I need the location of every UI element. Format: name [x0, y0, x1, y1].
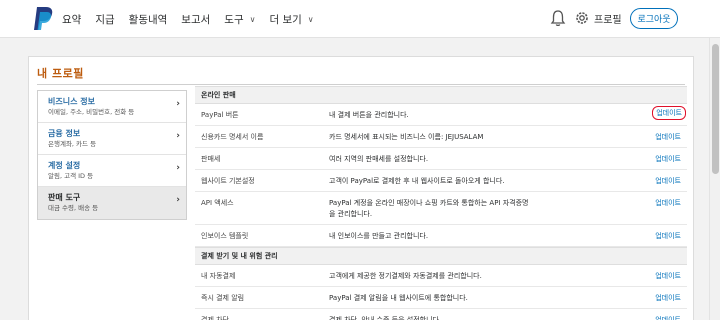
- top-navigation-bar: 요약 지급 활동내역 보고서 도구 ∨ 더 보기 ∨ 프로필 로그아웃: [0, 0, 720, 38]
- setting-label: 즉시 결제 알림: [201, 294, 245, 302]
- sidebar-item-title: 금융 정보: [48, 129, 81, 138]
- setting-description: 내 결제 버튼을 관리합니다.: [329, 111, 409, 119]
- setting-label: 인보이스 템플릿: [201, 232, 249, 240]
- setting-label: PayPal 버튼: [201, 111, 239, 119]
- chevron-right-icon: ›: [176, 163, 180, 173]
- chevron-right-icon: ›: [176, 195, 180, 205]
- profile-side-menu: 비즈니스 정보 이메일, 주소, 비밀번호, 전화 등 › 금융 정보 은행계좌, 카드…: [37, 90, 187, 220]
- title-divider: [37, 84, 685, 85]
- nav-item-label: 도구: [224, 13, 244, 26]
- sidebar-item-title: 계정 설정: [48, 161, 81, 170]
- chevron-down-icon: ∨: [307, 14, 314, 24]
- setting-description: 고객이 PayPal로 결제한 후 내 웹사이트로 돌아오게 합니다.: [329, 177, 505, 185]
- update-link[interactable]: 업데이트: [655, 293, 681, 303]
- scrollbar-thumb[interactable]: [712, 44, 719, 174]
- gear-icon[interactable]: [574, 10, 590, 26]
- setting-label: API 액세스: [201, 199, 234, 207]
- setting-label: 결제 차단: [201, 316, 229, 320]
- setting-description: PayPal 결제 알림을 내 웹사이트에 통합합니다.: [329, 294, 468, 302]
- sidebar-item[interactable]: 계정 설정알림, 고객 ID 등 ›: [38, 155, 186, 187]
- setting-description: 카드 명세서에 표시되는 비즈니스 이름: JEJUSALAM: [329, 133, 484, 141]
- profile-card: 내 프로필 비즈니스 정보 이메일, 주소, 비밀번호, 전화 등 › 금융 정보 은행…: [28, 56, 694, 320]
- nav-item[interactable]: 도구 ∨: [224, 12, 255, 27]
- nav-item-label: 요약: [62, 13, 82, 26]
- nav-item-label: 더 보기: [269, 13, 302, 26]
- sidebar-item[interactable]: 판매 도구대금 수령, 배송 등 ›: [38, 187, 186, 219]
- sidebar-item[interactable]: 금융 정보은행계좌, 카드 등 ›: [38, 123, 186, 155]
- update-link[interactable]: 업데이트: [655, 231, 681, 241]
- settings-row: 결제 차단 결제 차단, 안내 수준 등을 설정합니다. 업데이트: [195, 309, 687, 320]
- setting-description: 여러 지역의 판매세를 설정합니다.: [329, 155, 429, 163]
- sidebar-item-subtitle: 은행계좌, 카드 등: [48, 140, 97, 148]
- chevron-right-icon: ›: [176, 99, 180, 109]
- setting-description: 내 인보이스를 만들고 관리합니다.: [329, 232, 429, 240]
- bell-icon[interactable]: [550, 9, 566, 27]
- settings-row: 웹사이트 기본설정 고객이 PayPal로 결제한 후 내 웹사이트로 돌아오게 …: [195, 170, 687, 192]
- update-link[interactable]: 업데이트: [655, 271, 681, 281]
- chevron-right-icon: ›: [176, 131, 180, 141]
- chevron-down-icon: ∨: [249, 14, 256, 24]
- nav-item[interactable]: 더 보기 ∨: [269, 12, 313, 27]
- update-link[interactable]: 업데이트: [655, 132, 681, 142]
- nav-item[interactable]: 지급: [95, 12, 114, 27]
- vertical-scrollbar[interactable]: [709, 38, 720, 320]
- nav-item[interactable]: 활동내역: [129, 12, 168, 27]
- nav-item-label: 활동내역: [128, 13, 168, 26]
- update-link[interactable]: 업데이트: [655, 315, 681, 320]
- section-heading: 결제 받기 및 내 위험 관리: [195, 247, 687, 265]
- setting-label: 웹사이트 기본설정: [201, 177, 255, 185]
- section-heading: 온라인 판매: [195, 86, 687, 104]
- nav-item-label: 보고서: [181, 13, 211, 26]
- setting-description: PayPal 계정을 온라인 매장이나 쇼핑 카트와 통합하는 API 자격증명…: [329, 199, 529, 218]
- settings-row: 신용카드 명세서 이름 카드 명세서에 표시되는 비즈니스 이름: JEJUSAL…: [195, 126, 687, 148]
- sidebar-item[interactable]: 비즈니스 정보이메일, 주소, 비밀번호, 전화 등 ›: [38, 91, 186, 123]
- setting-description: 결제 차단, 안내 수준 등을 설정합니다.: [329, 316, 442, 320]
- settings-row: 판매세 여러 지역의 판매세를 설정합니다. 업데이트: [195, 148, 687, 170]
- sidebar-item-subtitle: 이메일, 주소, 비밀번호, 전화 등: [48, 108, 135, 116]
- setting-label: 내 자동결제: [201, 272, 236, 280]
- paypal-logo[interactable]: [32, 6, 54, 32]
- settings-row: 즉시 결제 알림 PayPal 결제 알림을 내 웹사이트에 통합합니다. 업데이트: [195, 287, 687, 309]
- sidebar-item-title: 비즈니스 정보: [48, 97, 95, 106]
- settings-row: PayPal 버튼 내 결제 버튼을 관리합니다. 업데이트: [195, 104, 687, 126]
- settings-row: 인보이스 템플릿 내 인보이스를 만들고 관리합니다. 업데이트: [195, 225, 687, 247]
- setting-label: 판매세: [201, 155, 221, 163]
- setting-label: 신용카드 명세서 이름: [201, 133, 264, 141]
- profile-link[interactable]: 프로필: [594, 11, 622, 26]
- page-title: 내 프로필: [37, 67, 84, 80]
- settings-row: API 액세스 PayPal 계정을 온라인 매장이나 쇼핑 카트와 통합하는 A…: [195, 192, 687, 225]
- main-nav: 요약 지급 활동내역 보고서 도구 ∨ 더 보기 ∨: [62, 0, 328, 38]
- nav-item[interactable]: 보고서: [181, 12, 210, 27]
- settings-row: 내 자동결제 고객에게 제공한 정기결제와 자동결제를 관리합니다. 업데이트: [195, 265, 687, 287]
- sidebar-item-subtitle: 대금 수령, 배송 등: [48, 204, 99, 212]
- setting-description: 고객에게 제공한 정기결제와 자동결제를 관리합니다.: [329, 272, 482, 280]
- sidebar-item-title: 판매 도구: [48, 193, 81, 202]
- nav-item-label: 지급: [95, 13, 115, 26]
- update-link[interactable]: 업데이트: [655, 154, 681, 164]
- update-link[interactable]: 업데이트: [652, 106, 686, 120]
- logout-button[interactable]: 로그아웃: [630, 8, 678, 29]
- sidebar-item-subtitle: 알림, 고객 ID 등: [48, 172, 94, 180]
- settings-table: 온라인 판매 PayPal 버튼 내 결제 버튼을 관리합니다. 업데이트 신용카드 명…: [195, 86, 687, 320]
- update-link[interactable]: 업데이트: [655, 176, 681, 186]
- update-link[interactable]: 업데이트: [655, 198, 681, 208]
- nav-item[interactable]: 요약: [62, 12, 81, 27]
